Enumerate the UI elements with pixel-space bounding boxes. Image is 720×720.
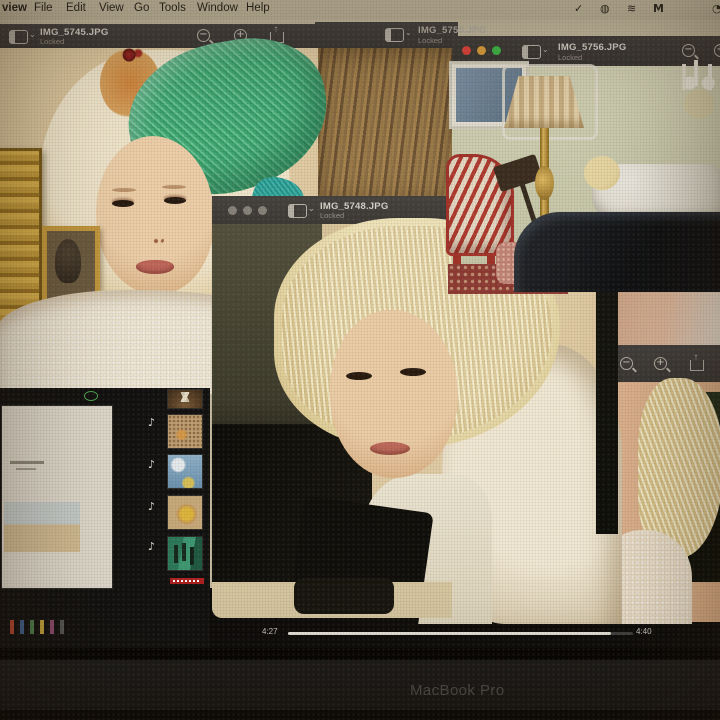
close-button[interactable]: [462, 46, 471, 55]
menu-item-edit[interactable]: Edit: [66, 2, 86, 14]
music-note-icon: ♪: [148, 416, 162, 429]
shield-check-icon[interactable]: ✓: [574, 2, 583, 15]
fullscreen-button[interactable]: [258, 206, 267, 215]
menu-item-file[interactable]: File: [34, 2, 53, 14]
share-icon[interactable]: [690, 360, 704, 371]
menu-bar: view File Edit View Go Tools Window Help…: [0, 0, 720, 19]
laptop-bezel: MacBook Pro: [0, 660, 720, 710]
device-label: MacBook Pro: [410, 682, 504, 699]
menu-item-help[interactable]: Help: [246, 2, 270, 14]
photo-background-strip: [600, 285, 720, 347]
music-app-sidebar: ♪ ♪ ♪ ♪: [0, 388, 210, 650]
photo-vintage-room: [452, 66, 720, 290]
photographed-macbook-screen: view File Edit View Go Tools Window Help…: [0, 0, 720, 720]
track-thumbnail[interactable]: [168, 496, 202, 529]
window-titlebar[interactable]: ⌄ IMG_5750.JPG Locked: [315, 22, 458, 48]
green-status-icon: [84, 391, 98, 401]
music-note-icon: ♪: [148, 500, 162, 513]
badge-icon[interactable]: ◍: [600, 2, 610, 15]
photo-hair-closeup: [315, 48, 458, 205]
eye: [164, 197, 186, 204]
fullscreen-button[interactable]: [492, 46, 501, 55]
album-cover-people: [10, 620, 74, 634]
partial-icon[interactable]: ◔: [712, 2, 720, 15]
track-thumbnail[interactable]: [168, 390, 202, 408]
nose: [152, 236, 164, 244]
preview-window-img5756: ⌄ IMG_5756.JPG Locked − +: [452, 36, 720, 290]
sidebar-toggle-icon[interactable]: [385, 28, 404, 42]
red-berries: [120, 46, 146, 64]
sidebar-toggle-icon[interactable]: [522, 45, 541, 59]
zoom-out-icon[interactable]: −: [682, 44, 695, 57]
eye: [112, 200, 134, 207]
window-title: IMG_5756.JPG: [558, 42, 626, 53]
album-subtitle-text: [16, 468, 36, 470]
elapsed-time: 4:27: [262, 627, 278, 636]
album-title-text: [10, 461, 44, 464]
track-thumbnail[interactable]: [168, 415, 202, 448]
window-gap-shadow: [596, 282, 618, 534]
album-art[interactable]: [2, 406, 112, 588]
track-thumbnail[interactable]: [168, 537, 202, 570]
eye: [400, 368, 426, 376]
window-lock-status: Locked: [558, 53, 582, 62]
window-lock-status: Locked: [320, 211, 344, 220]
window-lock-status: Locked: [40, 37, 64, 46]
eye: [346, 372, 372, 380]
menu-item-window[interactable]: Window: [197, 2, 238, 14]
window-lock-status: Locked: [418, 36, 442, 45]
total-time: 4:40: [636, 627, 652, 636]
desk-shadow: [0, 710, 720, 720]
menu-item-tools[interactable]: Tools: [159, 2, 186, 14]
close-button[interactable]: [228, 206, 237, 215]
menu-item-view[interactable]: View: [99, 2, 124, 14]
lines-icon[interactable]: ≋: [627, 2, 636, 15]
album-cover-photo: [4, 502, 80, 552]
sidebar-toggle-icon[interactable]: [288, 204, 307, 218]
screen-bottom-edge: [0, 648, 720, 660]
grand-piano: [514, 212, 720, 292]
lips: [370, 442, 410, 455]
preview-window-img5750: ⌄ IMG_5750.JPG Locked: [315, 22, 458, 205]
minimize-button[interactable]: [477, 46, 486, 55]
menu-item-go[interactable]: Go: [134, 2, 149, 14]
photo-bottom-margin: [212, 582, 452, 618]
music-note-icon: ♪: [148, 540, 162, 553]
chevron-down-icon[interactable]: ⌄: [29, 30, 36, 39]
track-thumbnail[interactable]: [168, 455, 202, 488]
menu-item-preview[interactable]: view: [2, 2, 27, 14]
m-logo-icon[interactable]: M: [653, 2, 664, 15]
brow: [162, 185, 186, 189]
sidebar-toggle-icon[interactable]: [9, 30, 28, 44]
window-title: IMG_5750.JPG: [418, 25, 486, 36]
explicit-red-tag: [170, 578, 204, 584]
lips: [136, 260, 174, 274]
brow: [112, 188, 136, 192]
progress-bar[interactable]: [288, 632, 633, 635]
minimize-button[interactable]: [243, 206, 252, 215]
wall-sconce: [676, 62, 720, 132]
window-toolbar[interactable]: − +: [602, 345, 720, 382]
chevron-down-icon[interactable]: ⌄: [405, 28, 412, 37]
chevron-down-icon[interactable]: ⌄: [308, 204, 315, 213]
chevron-down-icon[interactable]: ⌄: [542, 45, 549, 54]
zoom-out-icon[interactable]: −: [197, 29, 210, 42]
progress-fill: [288, 632, 611, 635]
blonde-head: [584, 156, 620, 190]
zoom-out-icon[interactable]: −: [620, 357, 633, 370]
music-note-icon: ♪: [148, 458, 162, 471]
zoom-in-icon[interactable]: +: [654, 357, 667, 370]
zoom-in-icon[interactable]: +: [714, 44, 720, 57]
